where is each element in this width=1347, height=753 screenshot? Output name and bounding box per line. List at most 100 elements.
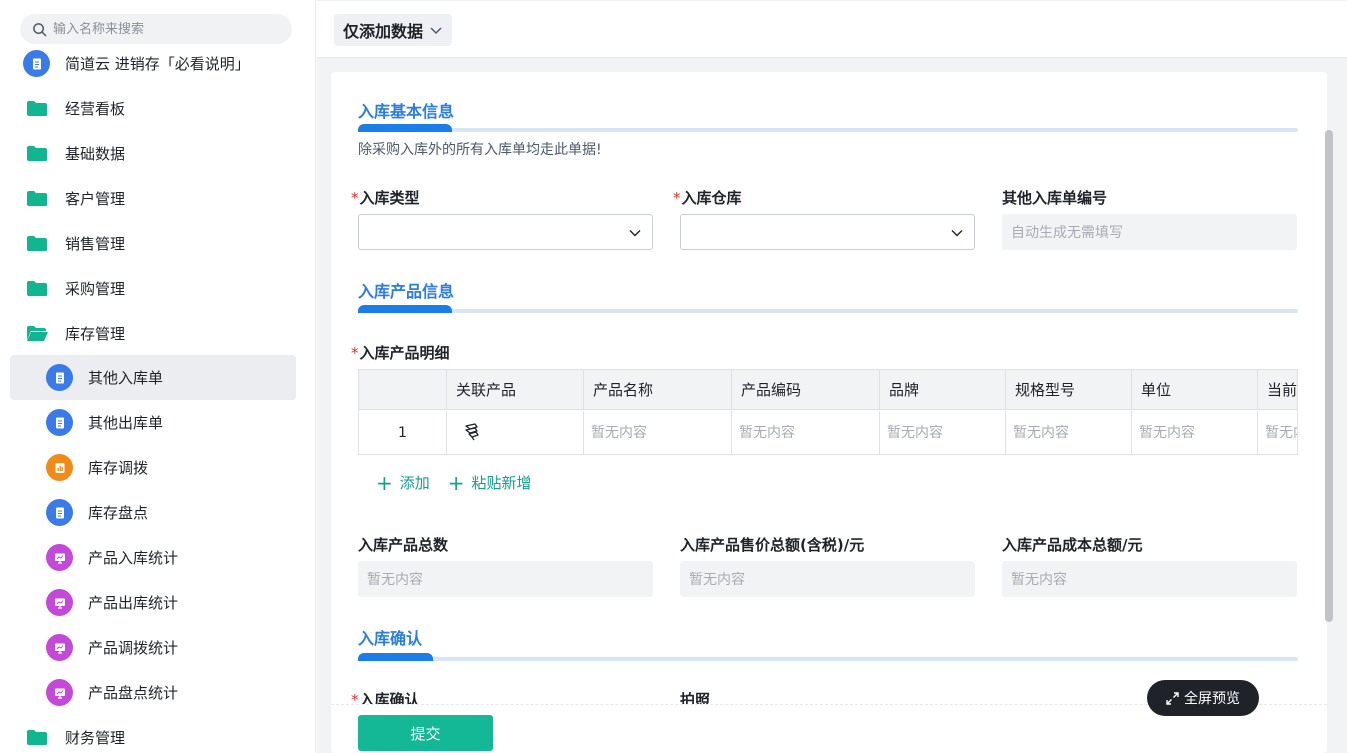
- doc-icon: [46, 409, 73, 436]
- add-row-button[interactable]: + 添加: [376, 472, 430, 493]
- warehouse-label: *入库仓库: [673, 189, 742, 207]
- product-detail-table: 关联产品 产品名称 产品编码 品牌 规格型号 单位 当前 1 暂无内容 暂无内容…: [358, 369, 1298, 455]
- mode-dropdown[interactable]: 仅添加数据: [334, 14, 453, 46]
- sidebar-item-label: 库存盘点: [88, 504, 149, 522]
- search-box[interactable]: [20, 14, 292, 44]
- section-title-confirm: 入库确认: [358, 629, 423, 648]
- sidebar-item-purchasing[interactable]: 采购管理: [10, 266, 296, 311]
- folder-icon: [27, 146, 47, 161]
- search-icon: [33, 22, 47, 36]
- doc-icon: [46, 364, 73, 391]
- sidebar-item-label: 其他出库单: [88, 414, 164, 432]
- table-header: 关联产品 产品名称 产品编码 品牌 规格型号 单位 当前: [359, 370, 1297, 410]
- fullscreen-preview-button[interactable]: 全屏预览: [1147, 680, 1259, 716]
- form-card: 入库基本信息 除采购入库外的所有入库单均走此单据! *入库类型 *入库仓库 其他…: [331, 72, 1327, 753]
- sidebar-item-transfer-stats[interactable]: 产品调拨统计: [10, 625, 296, 670]
- chevron-down-icon: [951, 230, 963, 237]
- table-cell: 暂无内容: [731, 411, 879, 454]
- sidebar-item-label: 产品调拨统计: [88, 639, 179, 657]
- folder-open-icon: [27, 326, 48, 341]
- folder-icon: [27, 191, 47, 206]
- total-cost-label: 入库产品成本总额/元: [1002, 536, 1143, 554]
- warehouse-select[interactable]: [680, 214, 975, 250]
- column-header: 当前: [1257, 370, 1297, 410]
- total-price-field: 暂无内容: [680, 561, 975, 597]
- sidebar-item-label: 基础数据: [65, 145, 126, 163]
- folder-icon: [27, 281, 47, 296]
- chart-icon: [46, 679, 73, 706]
- link-product-icon[interactable]: [461, 422, 481, 442]
- folder-icon: [27, 236, 47, 251]
- section-title-basic: 入库基本信息: [358, 102, 455, 121]
- search-input[interactable]: [53, 21, 273, 37]
- sidebar-item-label: 库存管理: [65, 325, 126, 343]
- sidebar-item-label: 财务管理: [65, 729, 126, 747]
- table-actions: + 添加 + 粘贴新增: [376, 472, 550, 493]
- section-divider: [358, 653, 1298, 661]
- scrollbar[interactable]: [1325, 130, 1333, 622]
- column-header: 单位: [1131, 370, 1257, 410]
- report-icon: [46, 454, 73, 481]
- sidebar-item-inbound-stats[interactable]: 产品入库统计: [10, 535, 296, 580]
- sidebar-item-outbound-stats[interactable]: 产品出库统计: [10, 580, 296, 625]
- section-title-products: 入库产品信息: [358, 282, 455, 301]
- chevron-down-icon: [430, 27, 442, 35]
- sidebar-item-other-outbound[interactable]: 其他出库单: [10, 400, 296, 445]
- plus-icon: +: [447, 470, 465, 495]
- sidebar-item-sales[interactable]: 销售管理: [10, 221, 296, 266]
- sidebar-item-stocktake[interactable]: 库存盘点: [10, 490, 296, 535]
- sidebar-item-customers[interactable]: 客户管理: [10, 176, 296, 221]
- sidebar-item-label: 库存调拨: [88, 459, 149, 477]
- plus-icon: +: [376, 470, 393, 495]
- folder-icon: [27, 101, 47, 116]
- section-description: 除采购入库外的所有入库单均走此单据!: [358, 142, 602, 158]
- sidebar-item-transfer[interactable]: 库存调拨: [10, 445, 296, 490]
- sidebar-item-label: 产品盘点统计: [88, 684, 179, 702]
- table-cell: 暂无内容: [879, 411, 1005, 454]
- submit-button[interactable]: 提交: [358, 715, 493, 751]
- sidebar-item-stocktake-stats[interactable]: 产品盘点统计: [10, 670, 296, 715]
- table-cell: 暂无内容: [1131, 411, 1257, 454]
- table-cell: 暂无内容: [1257, 411, 1297, 454]
- sidebar-item-dashboard[interactable]: 经营看板: [10, 86, 296, 131]
- sidebar-item-finance[interactable]: 财务管理: [10, 715, 296, 753]
- section-divider: [358, 124, 1298, 132]
- table-cell: 暂无内容: [1005, 411, 1131, 454]
- sidebar-item-inventory[interactable]: 库存管理: [10, 311, 296, 356]
- sidebar-item-basic-data[interactable]: 基础数据: [10, 131, 296, 176]
- chevron-down-icon: [629, 230, 641, 237]
- sidebar-item-label: 经营看板: [65, 100, 126, 118]
- sidebar-item-guide[interactable]: 简道云 进销存「必看说明」: [10, 41, 296, 86]
- table-cell: 暂无内容: [583, 411, 731, 454]
- sidebar-item-label: 简道云 进销存「必看说明」: [65, 55, 250, 73]
- doc-icon: [46, 499, 73, 526]
- sidebar-item-label: 产品入库统计: [88, 549, 179, 567]
- inbound-type-label: *入库类型: [351, 189, 420, 207]
- column-header: 产品编码: [731, 370, 879, 410]
- folder-icon: [27, 730, 47, 745]
- chart-icon: [46, 589, 73, 616]
- doc-icon: [23, 50, 50, 77]
- sidebar-item-label: 采购管理: [65, 280, 126, 298]
- column-header: 关联产品: [446, 370, 583, 410]
- total-qty-label: 入库产品总数: [358, 536, 449, 554]
- order-no-field: 自动生成无需填写: [1002, 214, 1297, 250]
- inbound-type-select[interactable]: [358, 214, 653, 250]
- total-price-label: 入库产品售价总额(含税)/元: [680, 536, 865, 554]
- column-header: 规格型号: [1005, 370, 1131, 410]
- chart-icon: [46, 634, 73, 661]
- product-detail-label: *入库产品明细: [351, 344, 450, 362]
- paste-add-button[interactable]: + 粘贴新增: [448, 472, 532, 493]
- main-area: 入库基本信息 除采购入库外的所有入库单均走此单据! *入库类型 *入库仓库 其他…: [317, 58, 1347, 753]
- sidebar-item-label: 客户管理: [65, 190, 126, 208]
- order-no-label: 其他入库单编号: [1002, 189, 1108, 207]
- mode-label: 仅添加数据: [343, 22, 424, 41]
- section-divider: [358, 305, 1298, 313]
- column-header: 品牌: [879, 370, 1005, 410]
- expand-icon: [1166, 691, 1179, 705]
- sidebar: 简道云 进销存「必看说明」 经营看板 基础数据 客户管理 销售管理 采购管理 库…: [0, 0, 316, 753]
- fullscreen-label: 全屏预览: [1184, 691, 1240, 707]
- sidebar-item-label: 产品出库统计: [88, 594, 179, 612]
- sidebar-item-other-inbound[interactable]: 其他入库单: [10, 355, 296, 400]
- chart-icon: [46, 544, 73, 571]
